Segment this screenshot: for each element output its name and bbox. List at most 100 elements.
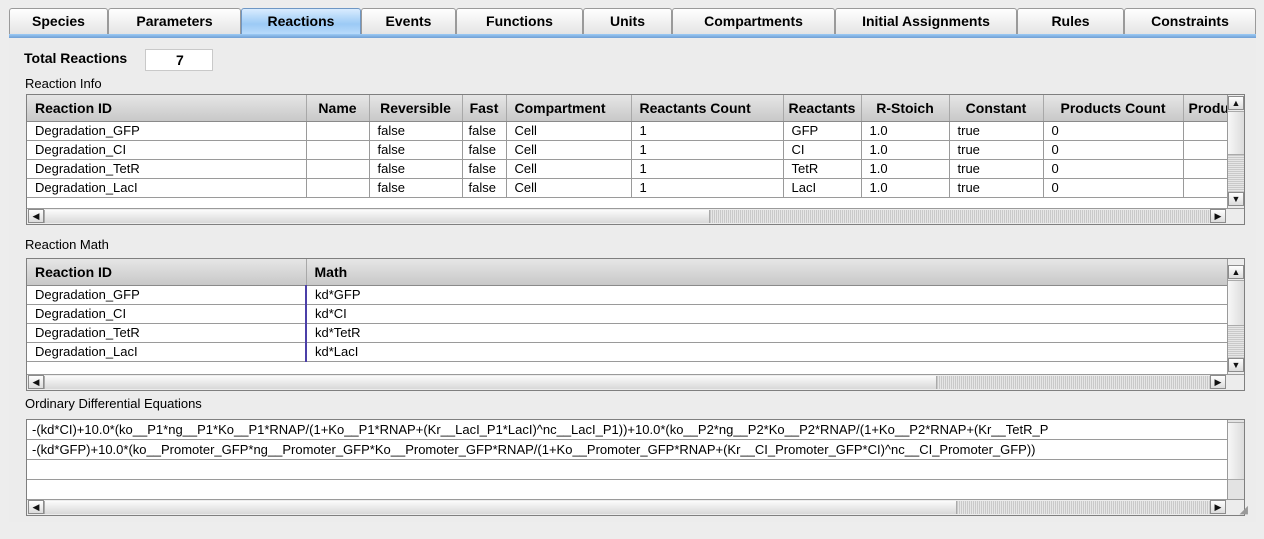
scroll-track[interactable] (710, 210, 1210, 223)
vertical-scrollbar[interactable]: ▲ ▼ (1227, 95, 1244, 208)
r-stoich-cell[interactable]: 1.0 (861, 121, 950, 141)
arrow-up-icon[interactable]: ▲ (1228, 96, 1244, 110)
column-header[interactable]: R-Stoich (861, 95, 950, 122)
reactants-count-cell[interactable]: 1 (631, 159, 784, 179)
scroll-thumb[interactable] (44, 501, 957, 514)
table-row[interactable]: Degradation_LacI false false Cell 1 LacI… (27, 178, 1230, 198)
reactants-cell[interactable]: LacI (783, 178, 862, 198)
scroll-thumb[interactable] (1228, 111, 1244, 155)
table-row[interactable]: Degradation_CI kd*CI (27, 304, 1230, 324)
tab-units[interactable]: Units (583, 8, 672, 34)
reaction-id-cell[interactable]: Degradation_CI (27, 304, 307, 324)
products-cell[interactable] (1183, 121, 1230, 141)
total-reactions-field[interactable]: 7 (145, 49, 213, 71)
r-stoich-cell[interactable]: 1.0 (861, 140, 950, 160)
arrow-down-icon[interactable]: ▼ (1228, 358, 1244, 372)
compartment-cell[interactable]: Cell (506, 140, 632, 160)
tab-initial-assignments[interactable]: Initial Assignments (835, 8, 1017, 34)
column-header[interactable]: Reaction ID (27, 259, 307, 286)
scroll-track[interactable] (937, 376, 1210, 389)
table-row[interactable]: Degradation_CI false false Cell 1 CI 1.0… (27, 140, 1230, 160)
constant-cell[interactable]: true (949, 140, 1044, 160)
column-header[interactable]: Fast (462, 95, 507, 122)
tab-functions[interactable]: Functions (456, 8, 583, 34)
products-cell[interactable] (1183, 159, 1230, 179)
column-header[interactable]: Reactants (783, 95, 862, 122)
tab-reactions[interactable]: Reactions (241, 8, 361, 34)
products-count-cell[interactable]: 0 (1043, 159, 1184, 179)
fast-cell[interactable]: false (462, 159, 507, 179)
r-stoich-cell[interactable]: 1.0 (861, 178, 950, 198)
math-cell[interactable]: kd*CI (306, 304, 1230, 324)
compartment-cell[interactable]: Cell (506, 178, 632, 198)
column-header[interactable]: Reactants Count (631, 95, 784, 122)
resize-grip-icon[interactable]: ◢ (1240, 503, 1248, 516)
column-header[interactable]: Compartment (506, 95, 632, 122)
fast-cell[interactable]: false (462, 121, 507, 141)
arrow-up-icon[interactable]: ▲ (1228, 265, 1244, 279)
reversible-cell[interactable]: false (369, 121, 463, 141)
table-row[interactable]: Degradation_LacI kd*LacI (27, 342, 1230, 362)
reactants-cell[interactable]: CI (783, 140, 862, 160)
scroll-track[interactable] (957, 501, 1210, 514)
arrow-left-icon[interactable]: ◀ (28, 375, 44, 389)
scroll-thumb[interactable] (44, 210, 710, 223)
name-cell[interactable] (306, 140, 370, 160)
column-header[interactable]: Math (306, 259, 1230, 286)
compartment-cell[interactable]: Cell (506, 159, 632, 179)
vertical-scrollbar[interactable]: ▲ ▼ (1227, 259, 1244, 374)
reactants-cell[interactable]: TetR (783, 159, 862, 179)
math-cell[interactable]: kd*TetR (306, 323, 1230, 343)
ode-equation[interactable]: -(kd*CI)+10.0*(ko__P1*ng__P1*Ko__P1*RNAP… (27, 420, 1227, 440)
column-header[interactable]: Constant (949, 95, 1044, 122)
vertical-scrollbar[interactable] (1227, 420, 1244, 499)
math-cell[interactable]: kd*GFP (306, 285, 1230, 305)
tab-rules[interactable]: Rules (1017, 8, 1124, 34)
compartment-cell[interactable]: Cell (506, 121, 632, 141)
reactants-count-cell[interactable]: 1 (631, 140, 784, 160)
reactants-count-cell[interactable]: 1 (631, 178, 784, 198)
reaction-id-cell[interactable]: Degradation_LacI (27, 342, 307, 362)
reaction-id-cell[interactable]: Degradation_GFP (27, 285, 307, 305)
column-header[interactable]: Products Count (1043, 95, 1184, 122)
fast-cell[interactable]: false (462, 178, 507, 198)
products-count-cell[interactable]: 0 (1043, 121, 1184, 141)
reaction-id-cell[interactable]: Degradation_LacI (27, 178, 307, 198)
ode-equation[interactable] (27, 460, 1227, 480)
reversible-cell[interactable]: false (369, 140, 463, 160)
horizontal-scrollbar[interactable]: ◀ ▶ (27, 374, 1244, 390)
horizontal-scrollbar[interactable]: ◀ ▶ (27, 499, 1244, 515)
tab-compartments[interactable]: Compartments (672, 8, 835, 34)
tab-events[interactable]: Events (361, 8, 456, 34)
scroll-track[interactable] (1228, 326, 1244, 358)
arrow-right-icon[interactable]: ▶ (1210, 375, 1226, 389)
name-cell[interactable] (306, 159, 370, 179)
products-count-cell[interactable]: 0 (1043, 178, 1184, 198)
table-row[interactable]: Degradation_GFP kd*GFP (27, 285, 1230, 305)
column-header[interactable]: Reaction ID (27, 95, 307, 122)
reversible-cell[interactable]: false (369, 178, 463, 198)
name-cell[interactable] (306, 178, 370, 198)
arrow-left-icon[interactable]: ◀ (28, 209, 44, 223)
fast-cell[interactable]: false (462, 140, 507, 160)
column-header[interactable]: Reversible (369, 95, 463, 122)
arrow-left-icon[interactable]: ◀ (28, 500, 44, 514)
table-row[interactable]: Degradation_TetR kd*TetR (27, 323, 1230, 343)
scroll-thumb[interactable] (44, 376, 937, 389)
table-row[interactable]: Degradation_TetR false false Cell 1 TetR… (27, 159, 1230, 179)
reactants-cell[interactable]: GFP (783, 121, 862, 141)
tab-parameters[interactable]: Parameters (108, 8, 241, 34)
reaction-id-cell[interactable]: Degradation_TetR (27, 323, 307, 343)
arrow-right-icon[interactable]: ▶ (1210, 500, 1226, 514)
constant-cell[interactable]: true (949, 178, 1044, 198)
r-stoich-cell[interactable]: 1.0 (861, 159, 950, 179)
column-header[interactable]: Produ (1183, 95, 1230, 122)
name-cell[interactable] (306, 121, 370, 141)
ode-equation[interactable] (27, 480, 1227, 500)
arrow-right-icon[interactable]: ▶ (1210, 209, 1226, 223)
reaction-id-cell[interactable]: Degradation_GFP (27, 121, 307, 141)
ode-equation[interactable]: -(kd*GFP)+10.0*(ko__Promoter_GFP*ng__Pro… (27, 440, 1227, 460)
reversible-cell[interactable]: false (369, 159, 463, 179)
column-header[interactable]: Name (306, 95, 370, 122)
scroll-thumb[interactable] (1228, 422, 1244, 480)
